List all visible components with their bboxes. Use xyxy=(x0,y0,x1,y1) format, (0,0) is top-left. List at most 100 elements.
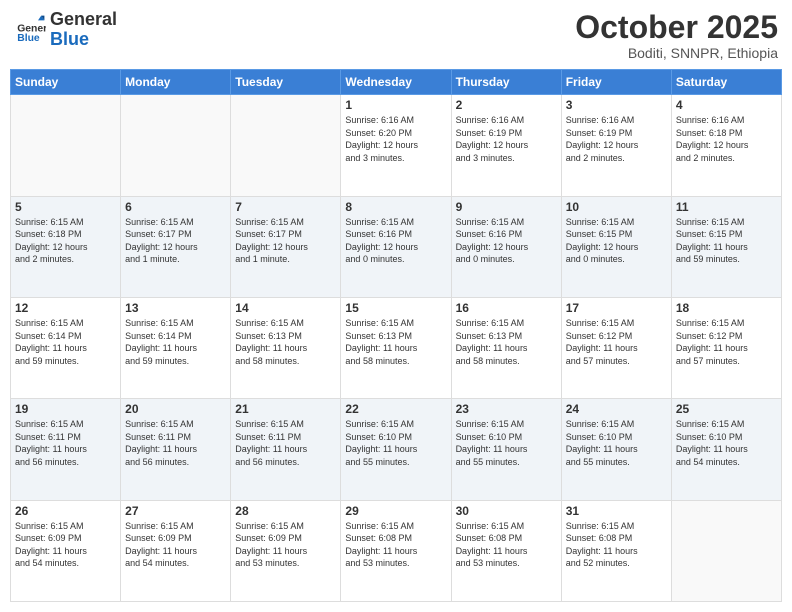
table-row: 15 Sunrise: 6:15 AMSunset: 6:13 PMDayligh… xyxy=(341,297,451,398)
day-number: 11 xyxy=(676,200,777,214)
day-info: Sunrise: 6:15 AMSunset: 6:15 PMDaylight:… xyxy=(676,216,777,266)
col-tuesday: Tuesday xyxy=(231,70,341,95)
day-number: 1 xyxy=(345,98,446,112)
day-info: Sunrise: 6:15 AMSunset: 6:12 PMDaylight:… xyxy=(566,317,667,367)
day-number: 2 xyxy=(456,98,557,112)
day-number: 18 xyxy=(676,301,777,315)
table-row: 8Sunrise: 6:15 AMSunset: 6:16 PMDaylight… xyxy=(341,196,451,297)
day-info: Sunrise: 6:15 AMSunset: 6:16 PMDaylight:… xyxy=(456,216,557,266)
day-number: 31 xyxy=(566,504,667,518)
day-info: Sunrise: 6:15 AMSunset: 6:11 PMDaylight:… xyxy=(125,418,226,468)
table-row: 20 Sunrise: 6:15 AMSunset: 6:11 PMDayligh… xyxy=(121,399,231,500)
table-row: 10 Sunrise: 6:15 AMSunset: 6:15 PMDayligh… xyxy=(561,196,671,297)
day-info: Sunrise: 6:15 AMSunset: 6:15 PMDaylight:… xyxy=(566,216,667,266)
table-row xyxy=(231,95,341,196)
day-number: 17 xyxy=(566,301,667,315)
col-wednesday: Wednesday xyxy=(341,70,451,95)
day-info: Sunrise: 6:15 AMSunset: 6:10 PMDaylight:… xyxy=(566,418,667,468)
logo: General Blue General Blue xyxy=(14,10,117,50)
calendar-subtitle: Boditi, SNNPR, Ethiopia xyxy=(575,45,778,61)
day-number: 7 xyxy=(235,200,336,214)
table-row xyxy=(671,500,781,601)
day-info: Sunrise: 6:15 AMSunset: 6:09 PMDaylight:… xyxy=(15,520,116,570)
day-number: 4 xyxy=(676,98,777,112)
table-row: 6 Sunrise: 6:15 AMSunset: 6:17 PMDaylight… xyxy=(121,196,231,297)
day-info: Sunrise: 6:15 AMSunset: 6:10 PMDaylight:… xyxy=(456,418,557,468)
table-row: 28 Sunrise: 6:15 AMSunset: 6:09 PMDayligh… xyxy=(231,500,341,601)
col-sunday: Sunday xyxy=(11,70,121,95)
day-number: 16 xyxy=(456,301,557,315)
day-number: 6 xyxy=(125,200,226,214)
col-friday: Friday xyxy=(561,70,671,95)
day-number: 15 xyxy=(345,301,446,315)
day-number: 12 xyxy=(15,301,116,315)
day-number: 19 xyxy=(15,402,116,416)
day-info: Sunrise: 6:15 AMSunset: 6:12 PMDaylight:… xyxy=(676,317,777,367)
day-info: Sunrise: 6:15 AMSunset: 6:16 PMDaylight:… xyxy=(345,216,446,266)
day-info: Sunrise: 6:16 AMSunset: 6:19 PMDaylight:… xyxy=(566,114,667,164)
day-info: Sunrise: 6:15 AMSunset: 6:17 PMDaylight:… xyxy=(125,216,226,266)
header: General Blue General Blue October 2025 B… xyxy=(10,10,782,61)
table-row: 3 Sunrise: 6:16 AMSunset: 6:19 PMDaylight… xyxy=(561,95,671,196)
logo-text: General Blue xyxy=(50,10,117,50)
table-row: 12 Sunrise: 6:15 AMSunset: 6:14 PMDayligh… xyxy=(11,297,121,398)
col-saturday: Saturday xyxy=(671,70,781,95)
table-row: 25Sunrise: 6:15 AMSunset: 6:10 PMDayligh… xyxy=(671,399,781,500)
day-info: Sunrise: 6:15 AMSunset: 6:13 PMDaylight:… xyxy=(345,317,446,367)
day-info: Sunrise: 6:15 AMSunset: 6:09 PMDaylight:… xyxy=(125,520,226,570)
table-row: 11 Sunrise: 6:15 AMSunset: 6:15 PMDayligh… xyxy=(671,196,781,297)
calendar-table: Sunday Monday Tuesday Wednesday Thursday… xyxy=(10,69,782,602)
week-row-5: 26 Sunrise: 6:15 AMSunset: 6:09 PMDayligh… xyxy=(11,500,782,601)
table-row xyxy=(121,95,231,196)
day-info: Sunrise: 6:15 AMSunset: 6:08 PMDaylight:… xyxy=(456,520,557,570)
table-row: 22Sunrise: 6:15 AMSunset: 6:10 PMDayligh… xyxy=(341,399,451,500)
col-monday: Monday xyxy=(121,70,231,95)
day-number: 22 xyxy=(345,402,446,416)
table-row: 1 Sunrise: 6:16 AMSunset: 6:20 PMDaylight… xyxy=(341,95,451,196)
table-row: 29 Sunrise: 6:15 AMSunset: 6:08 PMDayligh… xyxy=(341,500,451,601)
day-info: Sunrise: 6:15 AMSunset: 6:18 PMDaylight:… xyxy=(15,216,116,266)
week-row-2: 5 Sunrise: 6:15 AMSunset: 6:18 PMDaylight… xyxy=(11,196,782,297)
day-number: 5 xyxy=(15,200,116,214)
table-row: 23Sunrise: 6:15 AMSunset: 6:10 PMDayligh… xyxy=(451,399,561,500)
header-row: Sunday Monday Tuesday Wednesday Thursday… xyxy=(11,70,782,95)
svg-text:Blue: Blue xyxy=(17,33,40,44)
day-number: 24 xyxy=(566,402,667,416)
day-info: Sunrise: 6:15 AMSunset: 6:17 PMDaylight:… xyxy=(235,216,336,266)
day-number: 21 xyxy=(235,402,336,416)
day-number: 29 xyxy=(345,504,446,518)
week-row-3: 12 Sunrise: 6:15 AMSunset: 6:14 PMDayligh… xyxy=(11,297,782,398)
day-info: Sunrise: 6:16 AMSunset: 6:18 PMDaylight:… xyxy=(676,114,777,164)
calendar-title: October 2025 xyxy=(575,10,778,45)
day-number: 27 xyxy=(125,504,226,518)
table-row: 24 Sunrise: 6:15 AMSunset: 6:10 PMDayligh… xyxy=(561,399,671,500)
day-info: Sunrise: 6:15 AMSunset: 6:09 PMDaylight:… xyxy=(235,520,336,570)
table-row: 5 Sunrise: 6:15 AMSunset: 6:18 PMDaylight… xyxy=(11,196,121,297)
day-info: Sunrise: 6:15 AMSunset: 6:14 PMDaylight:… xyxy=(125,317,226,367)
day-number: 3 xyxy=(566,98,667,112)
day-number: 14 xyxy=(235,301,336,315)
day-number: 20 xyxy=(125,402,226,416)
day-info: Sunrise: 6:15 AMSunset: 6:11 PMDaylight:… xyxy=(235,418,336,468)
table-row: 21 Sunrise: 6:15 AMSunset: 6:11 PMDayligh… xyxy=(231,399,341,500)
day-number: 30 xyxy=(456,504,557,518)
table-row: 4 Sunrise: 6:16 AMSunset: 6:18 PMDaylight… xyxy=(671,95,781,196)
day-number: 26 xyxy=(15,504,116,518)
table-row: 18 Sunrise: 6:15 AMSunset: 6:12 PMDayligh… xyxy=(671,297,781,398)
table-row: 14 Sunrise: 6:15 AMSunset: 6:13 PMDayligh… xyxy=(231,297,341,398)
table-row xyxy=(11,95,121,196)
table-row: 26 Sunrise: 6:15 AMSunset: 6:09 PMDayligh… xyxy=(11,500,121,601)
day-info: Sunrise: 6:15 AMSunset: 6:13 PMDaylight:… xyxy=(235,317,336,367)
day-number: 9 xyxy=(456,200,557,214)
day-info: Sunrise: 6:16 AMSunset: 6:20 PMDaylight:… xyxy=(345,114,446,164)
table-row: 13Sunrise: 6:15 AMSunset: 6:14 PMDayligh… xyxy=(121,297,231,398)
day-info: Sunrise: 6:15 AMSunset: 6:14 PMDaylight:… xyxy=(15,317,116,367)
day-info: Sunrise: 6:16 AMSunset: 6:19 PMDaylight:… xyxy=(456,114,557,164)
day-info: Sunrise: 6:15 AMSunset: 6:08 PMDaylight:… xyxy=(345,520,446,570)
table-row: 2 Sunrise: 6:16 AMSunset: 6:19 PMDaylight… xyxy=(451,95,561,196)
table-row: 17 Sunrise: 6:15 AMSunset: 6:12 PMDayligh… xyxy=(561,297,671,398)
day-number: 28 xyxy=(235,504,336,518)
day-info: Sunrise: 6:15 AMSunset: 6:13 PMDaylight:… xyxy=(456,317,557,367)
table-row: 9 Sunrise: 6:15 AMSunset: 6:16 PMDaylight… xyxy=(451,196,561,297)
day-number: 10 xyxy=(566,200,667,214)
